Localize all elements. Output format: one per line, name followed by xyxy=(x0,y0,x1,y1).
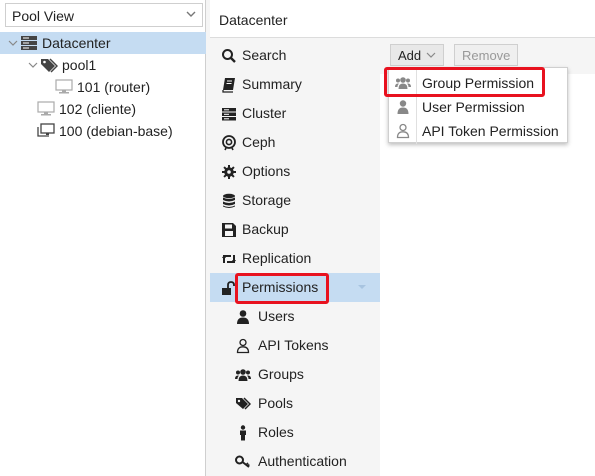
nav-item-label: Authentication xyxy=(258,453,347,469)
tree-item-label: 100 (debian-base) xyxy=(59,123,173,139)
user-outline-icon xyxy=(236,338,250,353)
nav-item-users[interactable]: Users xyxy=(210,302,380,331)
database-icon xyxy=(223,193,235,208)
search-icon xyxy=(222,48,236,63)
nav-item-label: Backup xyxy=(242,221,289,237)
male-icon xyxy=(240,424,246,440)
gear-icon xyxy=(222,164,236,179)
nav-item-label: Storage xyxy=(242,192,292,208)
chevron-down-icon xyxy=(426,52,436,58)
view-select-value: Pool View xyxy=(12,8,75,24)
nav-item-authentication[interactable]: Authentication xyxy=(210,447,380,476)
nav-item-replication[interactable]: Replication xyxy=(210,244,380,273)
page-title: Datacenter xyxy=(219,12,288,28)
floppy-icon xyxy=(222,222,236,237)
nav-item-summary[interactable]: Summary xyxy=(210,70,380,99)
chevron-down-icon xyxy=(186,11,196,17)
nav-item-groups[interactable]: Groups xyxy=(210,360,380,389)
nav-item-label: Users xyxy=(258,308,295,324)
nav-item-label: Roles xyxy=(258,424,294,440)
users-icon xyxy=(235,368,251,381)
tags-icon xyxy=(41,58,58,73)
server-icon xyxy=(222,107,236,120)
add-button-label: Add xyxy=(398,47,422,63)
content-header: Datacenter xyxy=(210,0,595,38)
tree-item-pool1[interactable]: pool1 xyxy=(28,54,96,76)
nav-item-label: Summary xyxy=(242,76,302,92)
chevron-down-icon[interactable] xyxy=(28,60,38,70)
nav-item-label: Replication xyxy=(242,250,312,266)
add-button[interactable]: Add xyxy=(390,44,445,66)
view-select[interactable]: Pool View xyxy=(5,3,203,27)
datacenter-nav: Search Summary Cluster Ceph Options Stor… xyxy=(210,38,380,476)
book-icon xyxy=(222,77,235,93)
nav-item-search[interactable]: Search xyxy=(210,41,380,70)
remove-button-label: Remove xyxy=(462,47,511,63)
remove-button[interactable]: Remove xyxy=(454,44,519,66)
nav-item-label: Ceph xyxy=(242,134,276,150)
resource-tree-panel: Pool View Datacenter pool1 101 (router) … xyxy=(0,0,206,476)
nav-item-storage[interactable]: Storage xyxy=(210,186,380,215)
nav-item-roles[interactable]: Roles xyxy=(210,418,380,447)
nav-item-cluster[interactable]: Cluster xyxy=(210,99,380,128)
nav-item-pools[interactable]: Pools xyxy=(210,389,380,418)
tree-item-datacenter[interactable]: Datacenter xyxy=(0,32,206,54)
nav-item-ceph[interactable]: Ceph xyxy=(210,128,380,157)
nav-item-api-tokens[interactable]: API Tokens xyxy=(210,331,380,360)
template-icon xyxy=(37,123,55,137)
user-icon xyxy=(397,100,409,114)
tree-item-label: pool1 xyxy=(62,57,97,73)
menu-item-label: API Token Permission xyxy=(422,123,559,139)
menu-item-label: User Permission xyxy=(422,99,525,115)
nav-item-label: Search xyxy=(242,47,287,63)
key-icon xyxy=(235,455,250,468)
tree-item-label: Datacenter xyxy=(42,35,111,51)
nav-item-label: Pools xyxy=(258,395,294,411)
user-outline-icon xyxy=(396,123,410,139)
tree-item-label: 101 (router) xyxy=(77,79,151,95)
nav-item-label: API Tokens xyxy=(258,337,329,353)
nav-item-backup[interactable]: Backup xyxy=(210,215,380,244)
tree-item-label: 102 (cliente) xyxy=(59,101,137,117)
chevron-down-icon[interactable] xyxy=(8,38,18,48)
tree-item-101-router[interactable]: 101 (router) xyxy=(55,76,150,98)
ceph-icon xyxy=(222,134,236,150)
menu-item-user-permission[interactable]: User Permission xyxy=(389,95,567,119)
nav-item-label: Groups xyxy=(258,366,304,382)
server-stack-icon xyxy=(21,36,37,50)
highlight-permissions xyxy=(235,273,329,304)
monitor-icon xyxy=(37,101,55,116)
retweet-icon xyxy=(222,254,236,263)
user-icon xyxy=(237,309,249,324)
nav-item-options[interactable]: Options xyxy=(210,157,380,186)
monitor-icon xyxy=(55,79,73,94)
nav-item-label: Options xyxy=(242,163,291,179)
tree-item-100-debian-base[interactable]: 100 (debian-base) xyxy=(37,120,173,142)
tags-icon xyxy=(236,396,251,410)
chevron-down-icon[interactable] xyxy=(356,281,368,293)
menu-item-api-token-permission[interactable]: API Token Permission xyxy=(389,119,567,143)
tree-item-102-cliente[interactable]: 102 (cliente) xyxy=(37,98,136,120)
highlight-group-permission xyxy=(384,67,545,97)
nav-item-label: Cluster xyxy=(242,105,287,121)
